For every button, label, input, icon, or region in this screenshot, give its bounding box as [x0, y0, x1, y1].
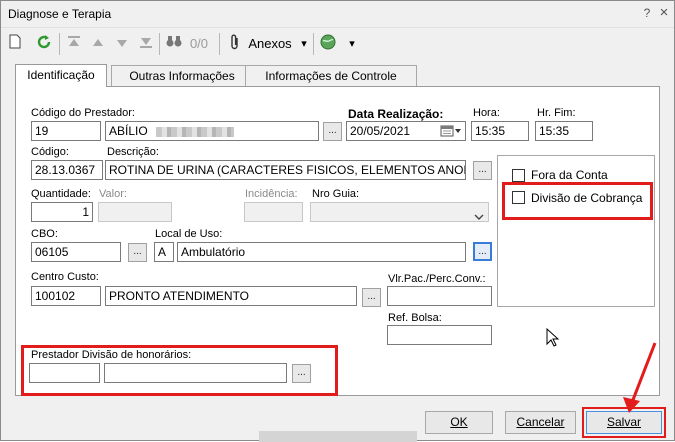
nro-guia-label: Nro Guia:: [312, 188, 360, 200]
descricao-label: Descrição:: [107, 146, 159, 158]
descricao-input[interactable]: ROTINA DE URINA (CARACTERES FISICOS, ELE…: [105, 160, 466, 180]
ref-bolsa-input[interactable]: [387, 325, 492, 345]
mouse-cursor-icon: [546, 328, 560, 347]
window-title: Diagnose e Terapia: [8, 7, 112, 21]
toolbar: 0/0 Anexos ▾ ▾: [1, 27, 674, 59]
data-realizacao-label: Data Realização:: [348, 107, 444, 121]
previous-record-icon[interactable]: [90, 34, 106, 54]
nro-guia-select[interactable]: [310, 202, 489, 222]
chevron-down-icon[interactable]: [474, 208, 484, 221]
highlight-box: [21, 345, 338, 396]
refresh-icon[interactable]: [35, 34, 53, 54]
local-uso-code-input[interactable]: A: [154, 242, 174, 262]
quantidade-input[interactable]: 1: [31, 202, 93, 222]
incidencia-label: Incidência:: [245, 188, 298, 200]
toolbar-separator: [159, 33, 160, 55]
tab-outras-informacoes[interactable]: Outras Informações: [111, 65, 253, 86]
toolbar-separator: [313, 33, 314, 55]
hora-input[interactable]: 15:35: [471, 121, 529, 141]
quantidade-label: Quantidade:: [31, 188, 91, 200]
record-counter: 0/0: [189, 36, 209, 51]
cancel-button[interactable]: Cancelar: [505, 411, 576, 434]
first-record-icon[interactable]: [66, 34, 82, 54]
globe-icon[interactable]: [319, 34, 337, 54]
highlight-box: [502, 182, 653, 220]
valor-input: [98, 202, 172, 222]
cbo-label: CBO:: [31, 228, 58, 240]
redacted-text: [156, 126, 235, 137]
codigo-prestador-label: Código do Prestador:: [31, 107, 135, 119]
valor-label: Valor:: [99, 188, 127, 200]
vlr-pac-input[interactable]: [387, 286, 492, 306]
local-uso-label: Local de Uso:: [155, 228, 223, 240]
cancel-button-label: Cancelar: [516, 415, 565, 429]
hr-fim-input[interactable]: 15:35: [535, 121, 593, 141]
title-bar: Diagnose e Terapia ? ×: [1, 1, 674, 25]
incidencia-input: [244, 202, 303, 222]
chevron-down-icon[interactable]: ▾: [298, 34, 310, 54]
prestador-name-text: ABÍLIO: [109, 124, 148, 138]
ok-button-label: OK: [450, 415, 468, 429]
cbo-lookup-button[interactable]: ...: [128, 243, 147, 262]
centro-custo-code-input[interactable]: 100102: [31, 286, 101, 306]
codigo-input[interactable]: 28.13.0367: [31, 160, 103, 180]
ref-bolsa-label: Ref. Bolsa:: [388, 312, 442, 324]
vlr-pac-label: Vlr.Pac./Perc.Conv.:: [388, 273, 486, 285]
fora-da-conta-label: Fora da Conta: [531, 168, 608, 182]
hr-fim-label: Hr. Fim:: [537, 107, 576, 119]
next-record-icon[interactable]: [114, 34, 130, 54]
taskbar-fragment: [259, 431, 417, 442]
descricao-lookup-button[interactable]: ...: [473, 161, 492, 180]
prestador-lookup-button[interactable]: ...: [323, 122, 342, 141]
data-realizacao-input[interactable]: 20/05/2021: [346, 121, 466, 141]
local-uso-name-input[interactable]: Ambulatório: [177, 242, 466, 262]
close-button[interactable]: ×: [656, 5, 672, 21]
toolbar-separator: [59, 33, 60, 55]
centro-custo-label: Centro Custo:: [31, 271, 99, 283]
data-realizacao-value: 20/05/2021: [350, 124, 411, 138]
help-button[interactable]: ?: [639, 5, 655, 21]
hora-label: Hora:: [473, 107, 500, 119]
attachments-button[interactable]: Anexos: [247, 34, 293, 54]
dialog-window: Diagnose e Terapia ? × 0/0 Anexos ▾ ▾ Id…: [0, 0, 675, 442]
cbo-input[interactable]: 06105: [31, 242, 121, 262]
tab-identificacao[interactable]: Identificação: [15, 64, 107, 87]
local-uso-lookup-button[interactable]: ...: [473, 242, 492, 261]
prestador-name-input[interactable]: ABÍLIO: [105, 121, 319, 141]
new-document-icon[interactable]: [7, 34, 23, 54]
identification-panel: Código do Prestador: 19 ABÍLIO ... Data …: [15, 86, 660, 396]
red-arrow-annotation-icon: [623, 342, 657, 413]
codigo-label: Código:: [31, 146, 69, 158]
ok-button[interactable]: OK: [425, 411, 493, 434]
fora-da-conta-checkbox[interactable]: [512, 169, 525, 182]
centro-custo-lookup-button[interactable]: ...: [362, 288, 381, 307]
calendar-icon[interactable]: [440, 124, 462, 138]
tab-informacoes-controle[interactable]: Informações de Controle: [245, 65, 417, 86]
toolbar-separator: [219, 33, 220, 55]
chevron-down-icon[interactable]: ▾: [346, 34, 358, 54]
paperclip-icon: [227, 34, 243, 54]
binoculars-icon[interactable]: [165, 34, 183, 54]
centro-custo-name-input[interactable]: PRONTO ATENDIMENTO: [105, 286, 357, 306]
codigo-prestador-input[interactable]: 19: [31, 121, 101, 141]
last-record-icon[interactable]: [138, 34, 154, 54]
